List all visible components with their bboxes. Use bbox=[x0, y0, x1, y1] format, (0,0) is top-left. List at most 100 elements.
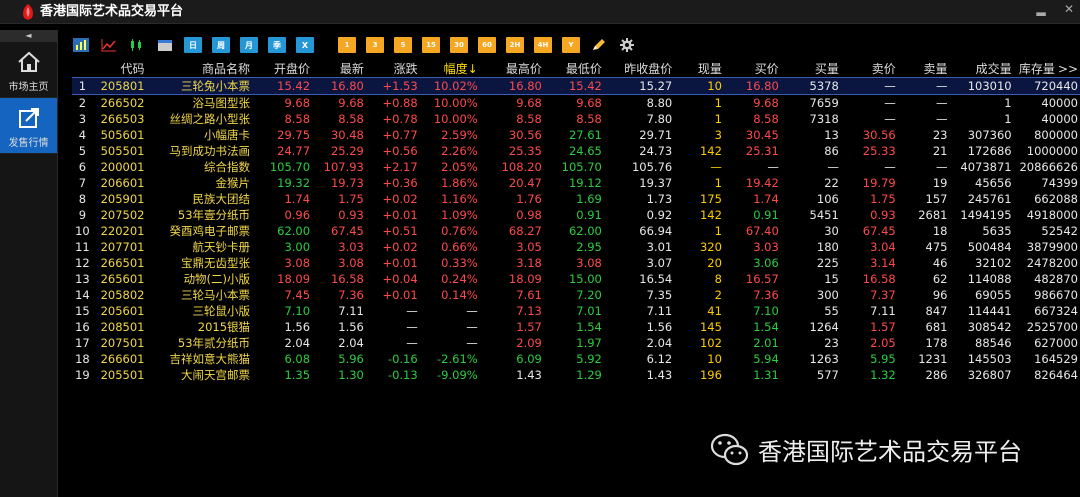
min3-button[interactable]: 3 bbox=[366, 37, 384, 53]
cell-bid-qty: 1263 bbox=[809, 352, 839, 366]
column-header-change-pct[interactable]: 幅度↓ bbox=[419, 60, 480, 78]
excel-button[interactable]: X bbox=[296, 37, 314, 53]
hour4-button[interactable]: 4H bbox=[534, 37, 552, 53]
cell-bid: 8.58 bbox=[753, 112, 779, 126]
table-row[interactable]: 7 206601 金猴片 19.32 19.73 +0.36 1.86% 20.47 19.12… bbox=[72, 175, 1080, 191]
cell-bid-qty: 300 bbox=[816, 288, 839, 302]
cell-change: +0.51 bbox=[382, 224, 418, 238]
cell-turnover: 1 bbox=[1004, 96, 1012, 110]
year-button[interactable]: Y bbox=[562, 37, 580, 53]
table-row[interactable]: 14 205802 三轮马小本票 7.45 7.36 +0.01 0.14% 7.61 7.20… bbox=[72, 287, 1080, 303]
column-header-bid-qty[interactable]: 买量 bbox=[780, 60, 841, 78]
min60-button[interactable]: 60 bbox=[478, 37, 496, 53]
period-quarter-button[interactable]: 季 bbox=[268, 37, 286, 53]
cell-code: 220201 bbox=[100, 224, 145, 238]
cell-bid: 5.94 bbox=[753, 352, 779, 366]
cell-open-price: 24.77 bbox=[277, 144, 311, 158]
gear-icon[interactable] bbox=[618, 37, 636, 53]
table-row[interactable]: 6 200001 综合指数 105.70 107.93 +2.17 2.05% 108.20 1… bbox=[72, 159, 1080, 175]
column-header-inventory[interactable]: 库存量 >> bbox=[1013, 60, 1080, 78]
min30-button[interactable]: 30 bbox=[450, 37, 468, 53]
cell-inventory: 1000000 bbox=[1026, 144, 1078, 158]
table-row[interactable]: 11 207701 航天钞卡册 3.00 3.03 +0.02 0.66% 3.05 2.95 3… bbox=[72, 239, 1080, 255]
table-row[interactable]: 13 265601 动物(二)小版 18.09 16.58 +0.04 0.24% 18.09… bbox=[72, 271, 1080, 287]
line-chart-icon[interactable] bbox=[100, 37, 118, 53]
cell-ask: 7.37 bbox=[870, 288, 896, 302]
sidebar-item-label: 发售行情 bbox=[8, 138, 49, 149]
cell-low: 1.69 bbox=[576, 192, 602, 206]
cell-turnover: 245761 bbox=[967, 192, 1012, 206]
cell-code: 505501 bbox=[100, 144, 145, 158]
cell-code: 205601 bbox=[100, 304, 145, 318]
cell-high: 7.13 bbox=[516, 304, 542, 318]
column-header-bid[interactable]: 买价 bbox=[723, 60, 781, 78]
hour2-button[interactable]: 2H bbox=[506, 37, 524, 53]
more-columns-button[interactable]: >> bbox=[1058, 62, 1078, 76]
bar-chart-icon[interactable] bbox=[72, 37, 90, 53]
table-row[interactable]: 4 505601 小幅唐卡 29.75 30.48 +0.77 2.59% 30.56 27.6… bbox=[72, 127, 1080, 143]
cell-prev-close: 7.80 bbox=[646, 112, 673, 126]
cell-ask-qty: — bbox=[935, 160, 948, 174]
cell-change-pct: 10.02% bbox=[419, 77, 480, 95]
min15-button[interactable]: 15 bbox=[422, 37, 440, 53]
close-button[interactable]: ✕ bbox=[1062, 2, 1076, 16]
column-header-volume-now[interactable]: 现量 bbox=[674, 60, 724, 78]
cell-turnover: 103010 bbox=[949, 77, 1014, 95]
table-row[interactable]: 18 266601 吉祥如意大熊猫 6.08 5.96 -0.16 -2.61% 6.09 5.… bbox=[72, 351, 1080, 367]
cell-low: 19.12 bbox=[568, 176, 602, 190]
sidebar-item-market-home[interactable]: 市场主页 bbox=[0, 42, 57, 98]
cell-volume-now: — bbox=[710, 160, 722, 174]
table-row[interactable]: 9 207502 53年壹分纸币 0.96 0.93 +0.01 1.09% 0.98 0.91… bbox=[72, 207, 1080, 223]
column-header-turnover[interactable]: 成交量 bbox=[949, 60, 1014, 78]
column-header-change[interactable]: 涨跌 bbox=[365, 60, 420, 78]
column-header-low[interactable]: 最低价 bbox=[543, 60, 604, 78]
period-month-button[interactable]: 月 bbox=[240, 37, 258, 53]
cell-low: 15.42 bbox=[543, 77, 604, 95]
cell-bid-qty: 55 bbox=[824, 304, 839, 318]
cell-latest: 3.03 bbox=[338, 240, 364, 254]
column-header-ask-qty[interactable]: 卖量 bbox=[897, 60, 950, 78]
table-row[interactable]: 16 208501 2015银猫 1.56 1.56 — — 1.57 1.54 1.56 145 1… bbox=[72, 319, 1080, 335]
column-header-code[interactable]: 代码 bbox=[94, 60, 147, 78]
cell-latest: 67.45 bbox=[330, 224, 364, 238]
cell-ask: 3.04 bbox=[870, 240, 896, 254]
cell-bid: 7.36 bbox=[753, 288, 779, 302]
column-header-latest[interactable]: 最新 bbox=[312, 60, 366, 78]
cell-high: 25.35 bbox=[508, 144, 542, 158]
pencil-icon[interactable] bbox=[590, 37, 608, 53]
cell-change-pct: 0.66% bbox=[441, 240, 478, 254]
min5-button[interactable]: 5 bbox=[394, 37, 412, 53]
column-header-product-name[interactable]: 商品名称 bbox=[146, 60, 253, 78]
minimize-button[interactable]: ▂ bbox=[1034, 2, 1048, 16]
cell-high: 3.18 bbox=[516, 256, 542, 270]
sidebar-item-sale-quotes[interactable]: 发售行情 bbox=[0, 98, 57, 154]
calendar-icon[interactable] bbox=[156, 37, 174, 53]
table-row[interactable]: 19 205501 大闹天宫邮票 1.35 1.30 -0.13 -9.09% 1.43 1.2… bbox=[72, 367, 1080, 383]
cell-open-price: 19.32 bbox=[277, 176, 311, 190]
table-row[interactable]: 10 220201 癸酉鸡电子邮票 62.00 67.45 +0.51 0.76% 68.27… bbox=[72, 223, 1080, 239]
column-header-open-price[interactable]: 开盘价 bbox=[252, 60, 313, 78]
cell-inventory: 40000 bbox=[1041, 96, 1078, 110]
table-row[interactable]: 2 266502 浴马图型张 9.68 9.68 +0.88 10.00% 9.68 9.68 8… bbox=[72, 95, 1080, 112]
cell-open-price: 18.09 bbox=[277, 272, 311, 286]
column-header-high[interactable]: 最高价 bbox=[479, 60, 544, 78]
table-row[interactable]: 12 266501 宝鼎无齿型张 3.08 3.08 +0.01 0.33% 3.18 3.08… bbox=[72, 255, 1080, 271]
cell-latest: 107.93 bbox=[323, 160, 364, 174]
table-row[interactable]: 17 207501 53年贰分纸币 2.04 2.04 — — 2.09 1.97 2.04 102… bbox=[72, 335, 1080, 351]
table-row[interactable]: 3 266503 丝绸之路小型张 8.58 8.58 +0.78 10.00% 8.58 8.5… bbox=[72, 111, 1080, 127]
period-day-button[interactable]: 日 bbox=[184, 37, 202, 53]
cell-latest: 2.04 bbox=[338, 336, 364, 350]
table-row[interactable]: 8 205901 民族大团结 1.74 1.75 +0.02 1.16% 1.76 1.69 1.… bbox=[72, 191, 1080, 207]
column-header-prev-close[interactable]: 昨收盘价 bbox=[603, 60, 675, 78]
column-header-row-number[interactable] bbox=[72, 60, 95, 78]
cell-bid: 3.03 bbox=[753, 240, 779, 254]
sidebar-collapse-button[interactable]: ◄ bbox=[0, 30, 57, 42]
table-row[interactable]: 1 205801 三轮兔小本票 15.42 16.80 +1.53 10.02% 16.80 1… bbox=[72, 77, 1080, 95]
candlestick-icon[interactable] bbox=[128, 37, 146, 53]
column-header-ask[interactable]: 卖价 bbox=[840, 60, 898, 78]
table-row[interactable]: 15 205601 三轮鼠小版 7.10 7.11 — — 7.13 7.01 7.11 41 7.1… bbox=[72, 303, 1080, 319]
table-row[interactable]: 5 505501 马到成功书法画 24.77 25.29 +0.56 2.26% 25.35 2… bbox=[72, 143, 1080, 159]
period-week-button[interactable]: 周 bbox=[212, 37, 230, 53]
cell-low: 9.68 bbox=[576, 96, 602, 110]
min1-button[interactable]: 1 bbox=[338, 37, 356, 53]
